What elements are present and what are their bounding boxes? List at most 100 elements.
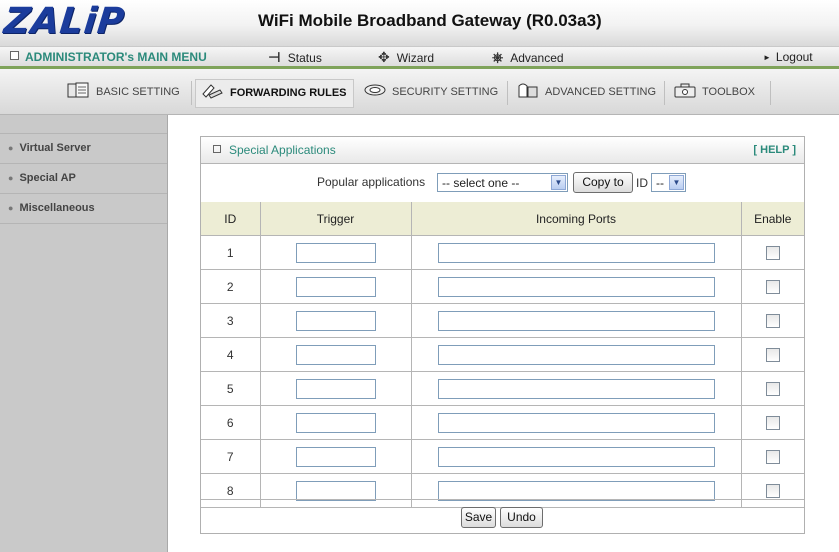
tab-forwarding-rules-label: FORWARDING RULES (230, 87, 347, 99)
enable-checkbox[interactable] (765, 381, 780, 396)
incoming-ports-input[interactable] (437, 446, 715, 467)
logout-label: Logout (775, 50, 813, 64)
enable-cell (740, 405, 804, 440)
main-menu-bar: ADMINISTRATOR's MAIN MENU ⊣ Status ✥ Wizar… (0, 46, 839, 67)
column-header-trigger: Trigger (259, 202, 412, 236)
arrow-right-icon: ► (763, 53, 771, 62)
enable-checkbox[interactable] (765, 449, 780, 464)
trigger-input[interactable] (295, 344, 376, 365)
special-applications-table: ID Trigger Incoming Ports Enable 1234567… (201, 202, 804, 508)
sidebar-item-special-ap[interactable]: ● Special AP (0, 164, 167, 194)
tab-advanced-setting[interactable]: ADVANCED SETTING (515, 79, 656, 106)
table-row: 7 (201, 439, 804, 474)
incoming-ports-input[interactable] (437, 276, 715, 297)
incoming-ports-cell (410, 337, 742, 372)
copy-to-button[interactable]: Copy to (573, 172, 633, 193)
table-row: 6 (201, 405, 804, 440)
tab-basic-setting-label: BASIC SETTING (96, 86, 180, 98)
tab-basic-setting[interactable]: BASIC SETTING (66, 79, 180, 106)
wizard-menu-item[interactable]: ✥ Wizard (378, 47, 434, 67)
id-label: ID (636, 176, 648, 190)
row-id: 4 (201, 337, 261, 372)
row-id: 7 (201, 439, 261, 474)
incoming-ports-cell (410, 235, 742, 270)
id-select[interactable]: -- ▼ (651, 173, 686, 192)
bullet-icon: ● (8, 173, 14, 183)
logout-link[interactable]: ► Logout (763, 47, 813, 67)
trigger-input[interactable] (295, 378, 376, 399)
enable-checkbox[interactable] (765, 313, 780, 328)
incoming-ports-input[interactable] (437, 480, 715, 501)
trigger-input[interactable] (295, 242, 376, 263)
trigger-input[interactable] (295, 446, 376, 467)
incoming-ports-cell (410, 269, 742, 304)
brand-logo: ZALiP (1, 1, 127, 42)
id-select-value: -- (656, 176, 664, 190)
tab-security-setting[interactable]: SECURITY SETTING (362, 79, 498, 106)
incoming-ports-input[interactable] (437, 242, 715, 263)
table-header-row: ID Trigger Incoming Ports Enable (201, 202, 804, 236)
enable-checkbox[interactable] (765, 415, 780, 430)
tab-toolbox[interactable]: TOOLBOX (672, 79, 755, 106)
column-header-enable: Enable (740, 202, 804, 236)
incoming-ports-input[interactable] (437, 310, 715, 331)
help-link[interactable]: [ HELP ] (753, 137, 796, 163)
trigger-input[interactable] (295, 480, 376, 501)
panel-header: Special Applications [ HELP ] (201, 137, 804, 164)
basic-setting-icon (67, 82, 89, 98)
bullet-icon: ● (8, 203, 14, 213)
status-menu-label: Status (287, 51, 322, 65)
panel-title: Special Applications (213, 137, 336, 163)
enable-checkbox[interactable] (765, 483, 780, 498)
advanced-menu-label: Advanced (510, 51, 564, 65)
incoming-ports-input[interactable] (437, 344, 715, 365)
chevron-down-icon: ▼ (669, 175, 684, 190)
sidebar-item-virtual-server[interactable]: ● Virtual Server (0, 133, 167, 164)
tab-forwarding-rules[interactable]: FORWARDING RULES (195, 79, 354, 108)
incoming-ports-input[interactable] (437, 412, 715, 433)
trigger-input[interactable] (295, 276, 376, 297)
sidebar-item-miscellaneous[interactable]: ● Miscellaneous (0, 194, 167, 224)
forwarding-rules-icon (202, 84, 223, 99)
enable-cell (740, 235, 804, 270)
panel-title-text: Special Applications (229, 143, 336, 157)
trigger-cell (259, 371, 412, 406)
form-actions: Save Undo (201, 499, 804, 534)
enable-checkbox[interactable] (765, 279, 780, 294)
security-setting-icon (364, 84, 386, 96)
trigger-cell (259, 439, 412, 474)
enable-cell (740, 269, 804, 304)
chevron-down-icon: ▼ (551, 175, 566, 190)
trigger-input[interactable] (295, 310, 376, 331)
enable-cell (740, 439, 804, 474)
square-bullet-icon (213, 145, 221, 153)
special-applications-panel: Special Applications [ HELP ] Popular ap… (200, 136, 805, 534)
table-row: 5 (201, 371, 804, 406)
enable-checkbox[interactable] (765, 245, 780, 260)
admin-main-menu-label: ADMINISTRATOR's MAIN MENU (25, 50, 207, 64)
save-button[interactable]: Save (461, 507, 496, 528)
enable-checkbox[interactable] (765, 347, 780, 362)
trigger-cell (259, 303, 412, 338)
page-title: WiFi Mobile Broadband Gateway (R0.03a3) (258, 11, 602, 30)
undo-button[interactable]: Undo (500, 507, 543, 528)
enable-cell (740, 303, 804, 338)
status-menu-item[interactable]: ⊣ Status (268, 47, 322, 67)
row-id: 1 (201, 235, 261, 270)
tab-separator (191, 81, 192, 105)
tab-security-setting-label: SECURITY SETTING (392, 86, 499, 98)
popular-applications-select[interactable]: -- select one -- ▼ (437, 173, 568, 192)
sidebar-item-label: Virtual Server (19, 142, 91, 154)
sidebar-item-label: Miscellaneous (19, 202, 95, 214)
sidebar: ● Virtual Server ● Special AP ● Miscellaneo… (0, 115, 168, 552)
wizard-icon: ✥ (378, 49, 390, 65)
admin-main-menu-link[interactable]: ADMINISTRATOR's MAIN MENU (10, 47, 207, 67)
sidebar-item-label: Special AP (19, 172, 76, 184)
wizard-menu-label: Wizard (396, 51, 435, 65)
table-row: 2 (201, 269, 804, 304)
tab-advanced-setting-label: ADVANCED SETTING (545, 86, 657, 98)
advanced-menu-item[interactable]: ⎈ Advanced (492, 47, 564, 67)
incoming-ports-cell (410, 371, 742, 406)
trigger-input[interactable] (295, 412, 376, 433)
incoming-ports-input[interactable] (437, 378, 715, 399)
